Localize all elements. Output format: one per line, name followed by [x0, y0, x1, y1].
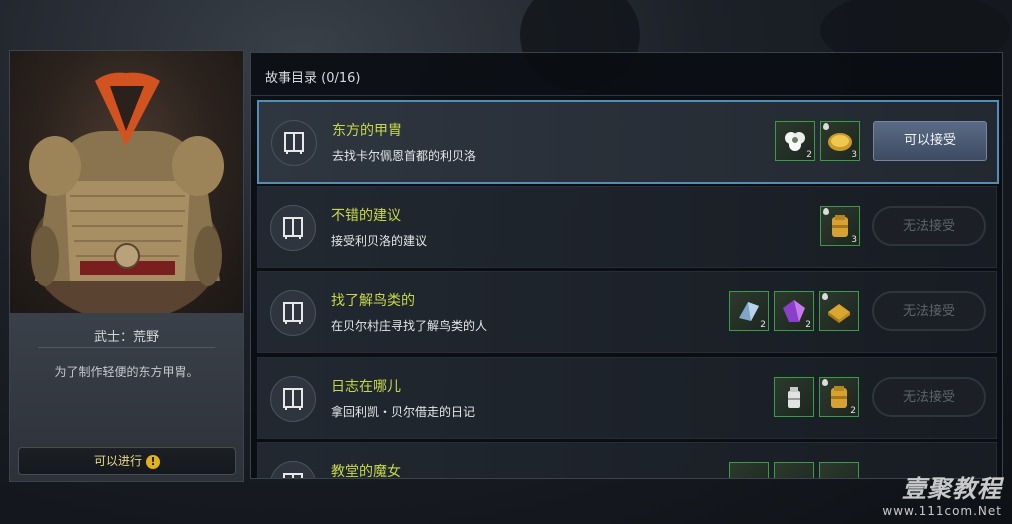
gold-disc-icon	[828, 133, 852, 151]
quest-title: 日志在哪儿	[331, 379, 401, 395]
status-button-label: 可以进行	[93, 454, 142, 468]
purple-gem-icon	[783, 300, 805, 322]
wardrobe-icon	[270, 376, 316, 422]
gold-chest-icon	[828, 304, 850, 323]
wardrobe-icon	[271, 120, 317, 166]
reward-slot[interactable]	[729, 462, 769, 478]
quest-subtitle: 拿回利凯・贝尔借走的日记	[331, 405, 476, 419]
quest-title: 东方的甲胄	[332, 123, 402, 139]
reward-slot[interactable]	[774, 377, 814, 417]
quest-title: 不错的建议	[331, 208, 401, 224]
accept-button[interactable]: 无法接受	[872, 291, 986, 331]
story-panel: 故事目录 (0/16) 东方的甲胄 去找卡尔佩恩首都的利贝洛 2 3 可以接受 …	[250, 52, 1003, 479]
wardrobe-icon	[270, 290, 316, 336]
reward-count: 3	[851, 150, 857, 160]
status-button[interactable]: 可以进行!	[18, 447, 236, 475]
reward-count: 2	[850, 406, 856, 416]
quest-row[interactable]: 不错的建议 接受利贝洛的建议 3 无法接受	[257, 186, 997, 268]
exclamation-icon: !	[146, 454, 160, 469]
accept-button[interactable]: 可以接受	[873, 121, 987, 161]
reward-slot[interactable]: 3	[820, 206, 860, 246]
cotton-icon	[785, 132, 805, 151]
reward-slot[interactable]: 3	[820, 121, 860, 161]
reward-count: 2	[760, 320, 766, 330]
milk-can-icon	[788, 387, 800, 408]
character-description: 为了制作轻便的东方甲胄。	[54, 365, 199, 379]
reward-slot[interactable]	[819, 291, 859, 331]
reward-count: 2	[805, 320, 811, 330]
armor-illustration	[29, 72, 224, 313]
reward-slot[interactable]: 2	[774, 291, 814, 331]
reward-slot[interactable]	[819, 462, 859, 478]
watermark-url: www.111com.Net	[882, 504, 1002, 518]
reward-count: 2	[806, 150, 812, 160]
watermark: 壹聚教程 www.111com.Net	[882, 469, 1002, 518]
quest-row[interactable]: 日志在哪儿 拿回利凯・贝尔借走的日记 2 无法接受	[257, 357, 997, 439]
accept-button[interactable]: 无法接受	[872, 206, 986, 246]
divider	[38, 347, 215, 348]
crystal-shard-icon	[739, 302, 759, 321]
quest-title: 找了解鸟类的	[331, 293, 415, 309]
divider	[251, 95, 1002, 96]
character-card: 武士：荒野 为了制作轻便的东方甲胄。 可以进行!	[9, 50, 244, 482]
gold-pack-icon	[831, 386, 847, 408]
character-name: 武士：荒野	[93, 330, 159, 345]
wardrobe-icon	[270, 205, 316, 251]
watermark-title: 壹聚教程	[902, 475, 1002, 503]
wardrobe-icon	[270, 461, 316, 478]
reward-slot[interactable]	[774, 462, 814, 478]
accept-button[interactable]: 无法接受	[872, 377, 986, 417]
reward-slot[interactable]: 2	[775, 121, 815, 161]
reward-slot[interactable]: 2	[819, 377, 859, 417]
quest-row[interactable]: 找了解鸟类的 在贝尔村庄寻找了解鸟类的人 2 2 无法接受	[257, 271, 997, 353]
character-portrait	[10, 51, 243, 313]
gold-pack-icon	[832, 215, 848, 237]
quest-row[interactable]: 东方的甲胄 去找卡尔佩恩首都的利贝洛 2 3 可以接受	[257, 100, 999, 184]
quest-subtitle: 去找卡尔佩恩首都的利贝洛	[332, 149, 477, 163]
reward-slot[interactable]: 2	[729, 291, 769, 331]
quest-subtitle: 接受利贝洛的建议	[331, 234, 428, 248]
story-header: 故事目录 (0/16)	[265, 71, 361, 86]
quest-subtitle: 在贝尔村庄寻找了解鸟类的人	[331, 319, 488, 333]
reward-count: 3	[851, 235, 857, 245]
quest-title: 教堂的魔女	[331, 464, 401, 479]
